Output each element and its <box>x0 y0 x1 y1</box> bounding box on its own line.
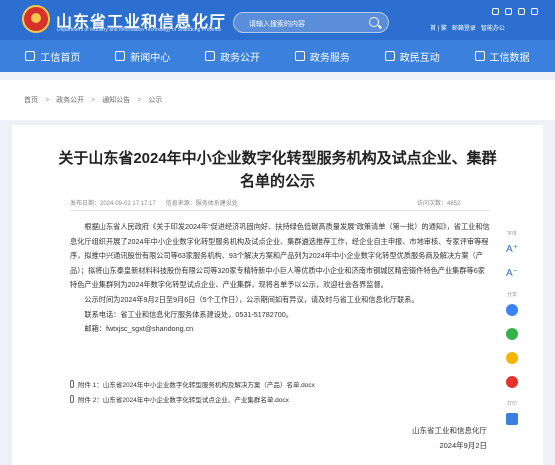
header-links: 首 | 繁 邮箱登录 智能办公 <box>430 23 505 32</box>
site-header: 山东省工业和信息化厅 Department of Industry and In… <box>0 0 555 40</box>
view-count: 访问次数：4852 <box>417 201 461 207</box>
breadcrumb-separator-icon: > <box>137 96 142 104</box>
nav-label: 工信首页 <box>40 52 81 64</box>
attachment-link-1[interactable]: 附件 1：山东省2024年中小企业数字化转型服务机构及解决方案（产品）名单.do… <box>70 376 490 391</box>
breadcrumb-home[interactable]: 首页 <box>24 95 38 105</box>
signing-organization: 山东省工业和信息化厅 <box>412 426 487 435</box>
publish-date: 发布日期：2024-09-02 17:17:17 <box>70 201 156 207</box>
nav-item-data[interactable]: 工信数据 <box>474 49 530 64</box>
news-icon <box>115 51 126 61</box>
attachment-label: 附件 2：山东省2024年中小企业数字化转型试点企业、产业集群名单.docx <box>78 396 289 404</box>
accessibility-icon[interactable] <box>492 8 499 15</box>
mail-login-link[interactable]: 邮箱登录 <box>452 23 476 32</box>
email-text: 邮箱：fwtxjsc_sgxt@shandong.cn <box>84 324 194 334</box>
wechat-icon[interactable] <box>506 328 518 340</box>
attachments: 附件 1：山东省2024年中小企业数字化转型服务机构及解决方案（产品）名单.do… <box>70 376 490 406</box>
favorite-icon[interactable] <box>506 352 518 364</box>
breadcrumb-public[interactable]: 政务公开 <box>56 95 84 105</box>
divider <box>70 210 490 211</box>
nav-item-service[interactable]: 政务服务 <box>294 49 350 64</box>
article-meta: 发布日期：2024-09-02 17:17:17 信息来源：服务体系建设处 <box>70 198 238 207</box>
breadcrumb-separator-icon: > <box>91 96 96 104</box>
signing-date: 2024年9月2日 <box>439 441 487 450</box>
language-toggle[interactable]: 首 | 繁 <box>430 23 447 32</box>
share-label: 分享 <box>506 292 517 298</box>
article-title: 关于山东省2024年中小企业数字化转型服务机构及试点企业、集群名单的公示 <box>58 150 497 190</box>
nav-item-news[interactable]: 新闻中心 <box>115 49 170 64</box>
search-icon[interactable] <box>369 17 379 27</box>
signature: 山东省工业和信息化厅 2024年9月2日 <box>372 423 487 453</box>
weibo-icon[interactable] <box>506 376 518 388</box>
data-icon <box>474 51 485 61</box>
attachment-label: 附件 1：山东省2024年中小企业数字化转型服务机构及解决方案（产品）名单.do… <box>78 381 315 389</box>
nav-label: 新闻中心 <box>130 52 171 64</box>
print-icon[interactable] <box>506 413 518 425</box>
body-paragraph: 根据山东省人民政府《关于印发2024年“促进经济巩固向好、扶持绿色低碳高质量发展… <box>70 222 490 290</box>
search-placeholder: 请输入搜索的内容 <box>249 21 305 28</box>
nav-label: 政民互动 <box>399 52 440 64</box>
mail-icon[interactable] <box>518 8 525 15</box>
nav-item-home[interactable]: 工信首页 <box>25 49 80 64</box>
office-icon[interactable] <box>531 8 538 15</box>
font-increase-button[interactable]: A⁺ <box>505 243 519 257</box>
national-emblem-icon <box>22 5 50 33</box>
contact-text: 联系电话：省工业和信息化厅服务体系建设处，0531-51782700。 <box>84 309 293 319</box>
nav-label: 政务服务 <box>309 52 350 64</box>
breadcrumb-notices[interactable]: 通知公告 <box>102 95 130 105</box>
side-toolbar: 字体 A⁺ A⁻ 分享 打印 <box>492 230 532 437</box>
attachment-link-2[interactable]: 附件 2：山东省2024年中小企业数字化转型试点企业、产业集群名单.docx <box>70 391 490 406</box>
qq-icon[interactable] <box>506 304 518 316</box>
smart-office-link[interactable]: 智能办公 <box>481 23 505 32</box>
breadcrumb-current[interactable]: 公示 <box>148 95 162 105</box>
service-icon <box>294 51 305 61</box>
nav-item-public[interactable]: 政务公开 <box>205 49 260 64</box>
attachment-icon <box>70 394 74 403</box>
mobile-icon[interactable] <box>505 8 512 15</box>
article-body: 根据山东省人民政府《关于印发2024年“促进经济巩固向好、扶持绿色低碳高质量发展… <box>70 220 490 337</box>
font-decrease-button[interactable]: A⁻ <box>505 267 519 281</box>
nav-label: 工信数据 <box>489 52 530 64</box>
home-icon <box>25 51 36 61</box>
main-nav: 工信首页 新闻中心 政务公开 政务服务 政民互动 工信数据 <box>0 40 555 72</box>
period-text: 公示时间为2024年9月2日至9月6日（5个工作日），公示期间如有异议，请及时与… <box>84 294 419 304</box>
monitor-icon <box>205 51 216 61</box>
article-panel: 关于山东省2024年中小企业数字化转型服务机构及试点企业、集群名单的公示 发布日… <box>12 125 543 465</box>
interaction-icon <box>384 51 395 61</box>
search-input[interactable]: 请输入搜索的内容 <box>233 12 389 33</box>
print-label: 打印 <box>506 401 517 407</box>
attachment-icon <box>70 379 74 388</box>
breadcrumb-separator-icon: > <box>45 96 50 104</box>
breadcrumb: 首页 > 政务公开 > 通知公告 > 公示 <box>0 80 555 120</box>
nav-label: 政务公开 <box>220 52 261 64</box>
header-tools <box>492 8 538 15</box>
site-subtitle: Department of Industry and Information T… <box>57 27 222 33</box>
nav-item-interaction[interactable]: 政民互动 <box>384 49 440 64</box>
font-label: 字体 <box>506 231 517 237</box>
info-source: 信息来源：服务体系建设处 <box>165 201 238 207</box>
